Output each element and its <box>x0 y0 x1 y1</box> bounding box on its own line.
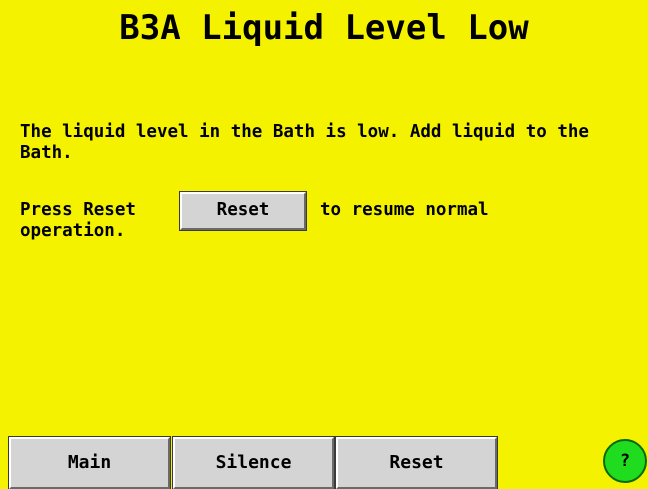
instruction-lead: Press Reset <box>20 200 136 220</box>
instruction-continuation: operation. <box>20 221 126 241</box>
silence-button[interactable]: Silence <box>172 436 335 489</box>
alarm-title: B3A Liquid Level Low <box>119 8 529 48</box>
main-button[interactable]: Main <box>8 436 171 489</box>
help-icon[interactable]: ? <box>603 439 647 483</box>
bottom-button-bar: Main Silence Reset <box>0 436 648 489</box>
reset-instruction: Press Reset Reset to resume normal opera… <box>20 191 645 258</box>
instruction-trail: to resume normal <box>320 200 489 220</box>
reset-button[interactable]: Reset <box>335 436 498 489</box>
inline-reset-button[interactable]: Reset <box>179 191 307 231</box>
alarm-message: The liquid level in the Bath is low. Add… <box>20 122 589 163</box>
alarm-screen: B3A Liquid Level Low The liquid level in… <box>0 0 648 489</box>
